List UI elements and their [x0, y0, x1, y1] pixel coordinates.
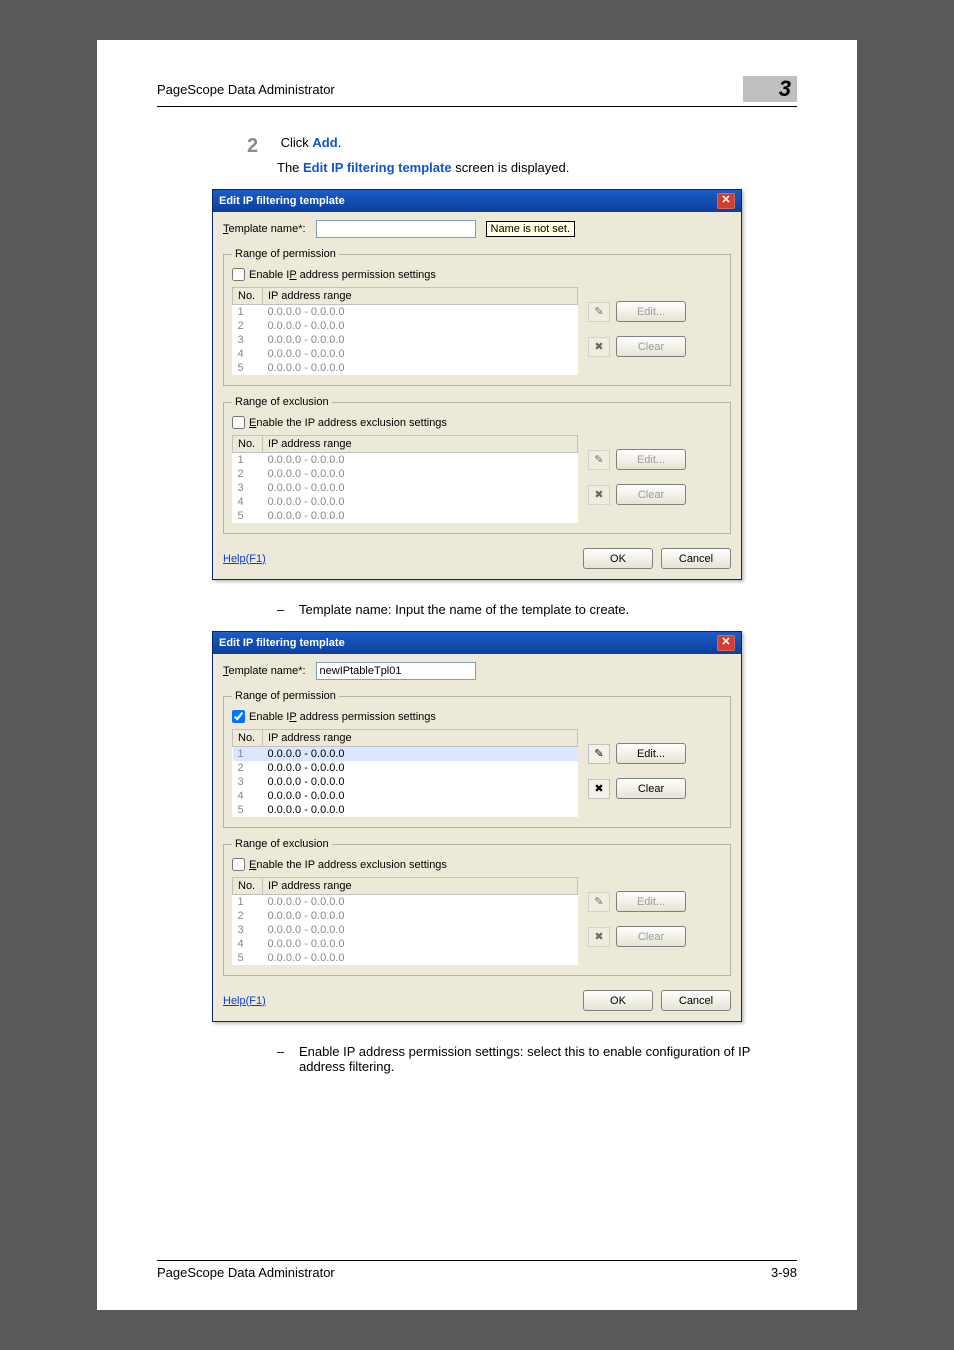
- exclusion-table: No.IP address range 10.0.0.0 - 0.0.0.0 2…: [232, 877, 578, 965]
- table-row: 50.0.0.0 - 0.0.0.0: [233, 361, 578, 375]
- enable-exclusion-checkbox[interactable]: [232, 416, 245, 429]
- table-row: 20.0.0.0 - 0.0.0.0: [233, 467, 578, 481]
- table-row: 30.0.0.0 - 0.0.0.0: [233, 775, 578, 789]
- table-row: 10.0.0.0 - 0.0.0.0: [233, 747, 578, 762]
- exclusion-fieldset: Range of exclusion Enable the IP address…: [223, 396, 731, 534]
- ok-button[interactable]: OK: [583, 990, 653, 1011]
- enable-exclusion-checkbox[interactable]: [232, 858, 245, 871]
- template-name-row: Template name*:: [223, 662, 731, 680]
- help-link[interactable]: Help(F1): [223, 995, 266, 1007]
- footer-right: 3-98: [771, 1265, 797, 1280]
- enable-exclusion-label: Enable the IP address exclusion settings: [249, 417, 447, 429]
- edit-icon[interactable]: ✎: [588, 744, 610, 764]
- step-number: 2: [247, 135, 277, 158]
- table-row: 50.0.0.0 - 0.0.0.0: [233, 803, 578, 817]
- table-row: 40.0.0.0 - 0.0.0.0: [233, 347, 578, 361]
- table-row: 50.0.0.0 - 0.0.0.0: [233, 509, 578, 523]
- page-footer: PageScope Data Administrator 3-98: [157, 1260, 797, 1280]
- template-name-input[interactable]: [316, 662, 476, 680]
- step-result: The Edit IP filtering template screen is…: [277, 160, 797, 175]
- cancel-button[interactable]: Cancel: [661, 990, 731, 1011]
- table-row: 40.0.0.0 - 0.0.0.0: [233, 495, 578, 509]
- close-icon[interactable]: ✕: [717, 635, 735, 651]
- table-row: 20.0.0.0 - 0.0.0.0: [233, 909, 578, 923]
- table-row: 40.0.0.0 - 0.0.0.0: [233, 789, 578, 803]
- table-row: 40.0.0.0 - 0.0.0.0: [233, 937, 578, 951]
- footer-left: PageScope Data Administrator: [157, 1265, 335, 1280]
- exclusion-table: No.IP address range 10.0.0.0 - 0.0.0.0 2…: [232, 435, 578, 523]
- table-row: 10.0.0.0 - 0.0.0.0: [233, 453, 578, 468]
- enable-permission-label: Enable IP address permission settings: [249, 269, 436, 281]
- clear-icon: ✖: [588, 927, 610, 947]
- permission-table: No.IP address range 10.0.0.0 - 0.0.0.0 2…: [232, 287, 578, 375]
- edit-icon: ✎: [588, 302, 610, 322]
- edit-button: Edit...: [616, 301, 686, 322]
- permission-fieldset: Range of permission Enable IP address pe…: [223, 690, 731, 828]
- edit-icon: ✎: [588, 450, 610, 470]
- help-link[interactable]: Help(F1): [223, 553, 266, 565]
- enable-permission-checkbox[interactable]: [232, 268, 245, 281]
- enable-exclusion-label: Enable the IP address exclusion settings: [249, 859, 447, 871]
- permission-table: No.IP address range 10.0.0.0 - 0.0.0.0 2…: [232, 729, 578, 817]
- dialog-2: Edit IP filtering template ✕ Template na…: [212, 631, 742, 1022]
- bullet-2: – Enable IP address permission settings:…: [277, 1044, 797, 1074]
- chapter-number: 3: [743, 76, 797, 102]
- dialog-titlebar[interactable]: Edit IP filtering template ✕: [213, 190, 741, 212]
- add-link: Add: [312, 135, 337, 150]
- table-row: 30.0.0.0 - 0.0.0.0: [233, 923, 578, 937]
- enable-permission-label: Enable IP address permission settings: [249, 711, 436, 723]
- clear-button: Clear: [616, 336, 686, 357]
- close-icon[interactable]: ✕: [717, 193, 735, 209]
- clear-icon: ✖: [588, 485, 610, 505]
- edit-button: Edit...: [616, 891, 686, 912]
- edit-button[interactable]: Edit...: [616, 743, 686, 764]
- edit-icon: ✎: [588, 892, 610, 912]
- page-header: PageScope Data Administrator 3: [157, 76, 797, 107]
- dialog-title: Edit IP filtering template: [219, 195, 345, 207]
- table-row: 10.0.0.0 - 0.0.0.0: [233, 305, 578, 320]
- permission-legend: Range of permission: [232, 690, 339, 702]
- table-row: 20.0.0.0 - 0.0.0.0: [233, 319, 578, 333]
- bullet-1: – Template name: Input the name of the t…: [277, 602, 797, 617]
- clear-button: Clear: [616, 484, 686, 505]
- ok-button[interactable]: OK: [583, 548, 653, 569]
- dialog-titlebar[interactable]: Edit IP filtering template ✕: [213, 632, 741, 654]
- exclusion-fieldset: Range of exclusion Enable the IP address…: [223, 838, 731, 976]
- exclusion-legend: Range of exclusion: [232, 396, 332, 408]
- permission-fieldset: Range of permission Enable IP address pe…: [223, 248, 731, 386]
- table-row: 50.0.0.0 - 0.0.0.0: [233, 951, 578, 965]
- edit-button: Edit...: [616, 449, 686, 470]
- clear-button[interactable]: Clear: [616, 778, 686, 799]
- clear-icon[interactable]: ✖: [588, 779, 610, 799]
- step-text: Click Add.: [281, 135, 342, 150]
- template-name-label: Template name*:: [223, 223, 306, 235]
- dialog-title: Edit IP filtering template: [219, 637, 345, 649]
- table-row: 10.0.0.0 - 0.0.0.0: [233, 895, 578, 910]
- cancel-button[interactable]: Cancel: [661, 548, 731, 569]
- table-row: 20.0.0.0 - 0.0.0.0: [233, 761, 578, 775]
- table-row: 30.0.0.0 - 0.0.0.0: [233, 333, 578, 347]
- name-tooltip: Name is not set.: [486, 221, 575, 237]
- template-name-input[interactable]: [316, 220, 476, 238]
- permission-legend: Range of permission: [232, 248, 339, 260]
- clear-icon: ✖: [588, 337, 610, 357]
- table-row: 30.0.0.0 - 0.0.0.0: [233, 481, 578, 495]
- template-name-row: Template name*: Name is not set.: [223, 220, 731, 238]
- step-row: 2 Click Add.: [247, 135, 797, 158]
- exclusion-legend: Range of exclusion: [232, 838, 332, 850]
- enable-permission-checkbox[interactable]: [232, 710, 245, 723]
- clear-button: Clear: [616, 926, 686, 947]
- template-name-label: Template name*:: [223, 665, 306, 677]
- dialog-1: Edit IP filtering template ✕ Template na…: [212, 189, 742, 580]
- header-title: PageScope Data Administrator: [157, 82, 335, 97]
